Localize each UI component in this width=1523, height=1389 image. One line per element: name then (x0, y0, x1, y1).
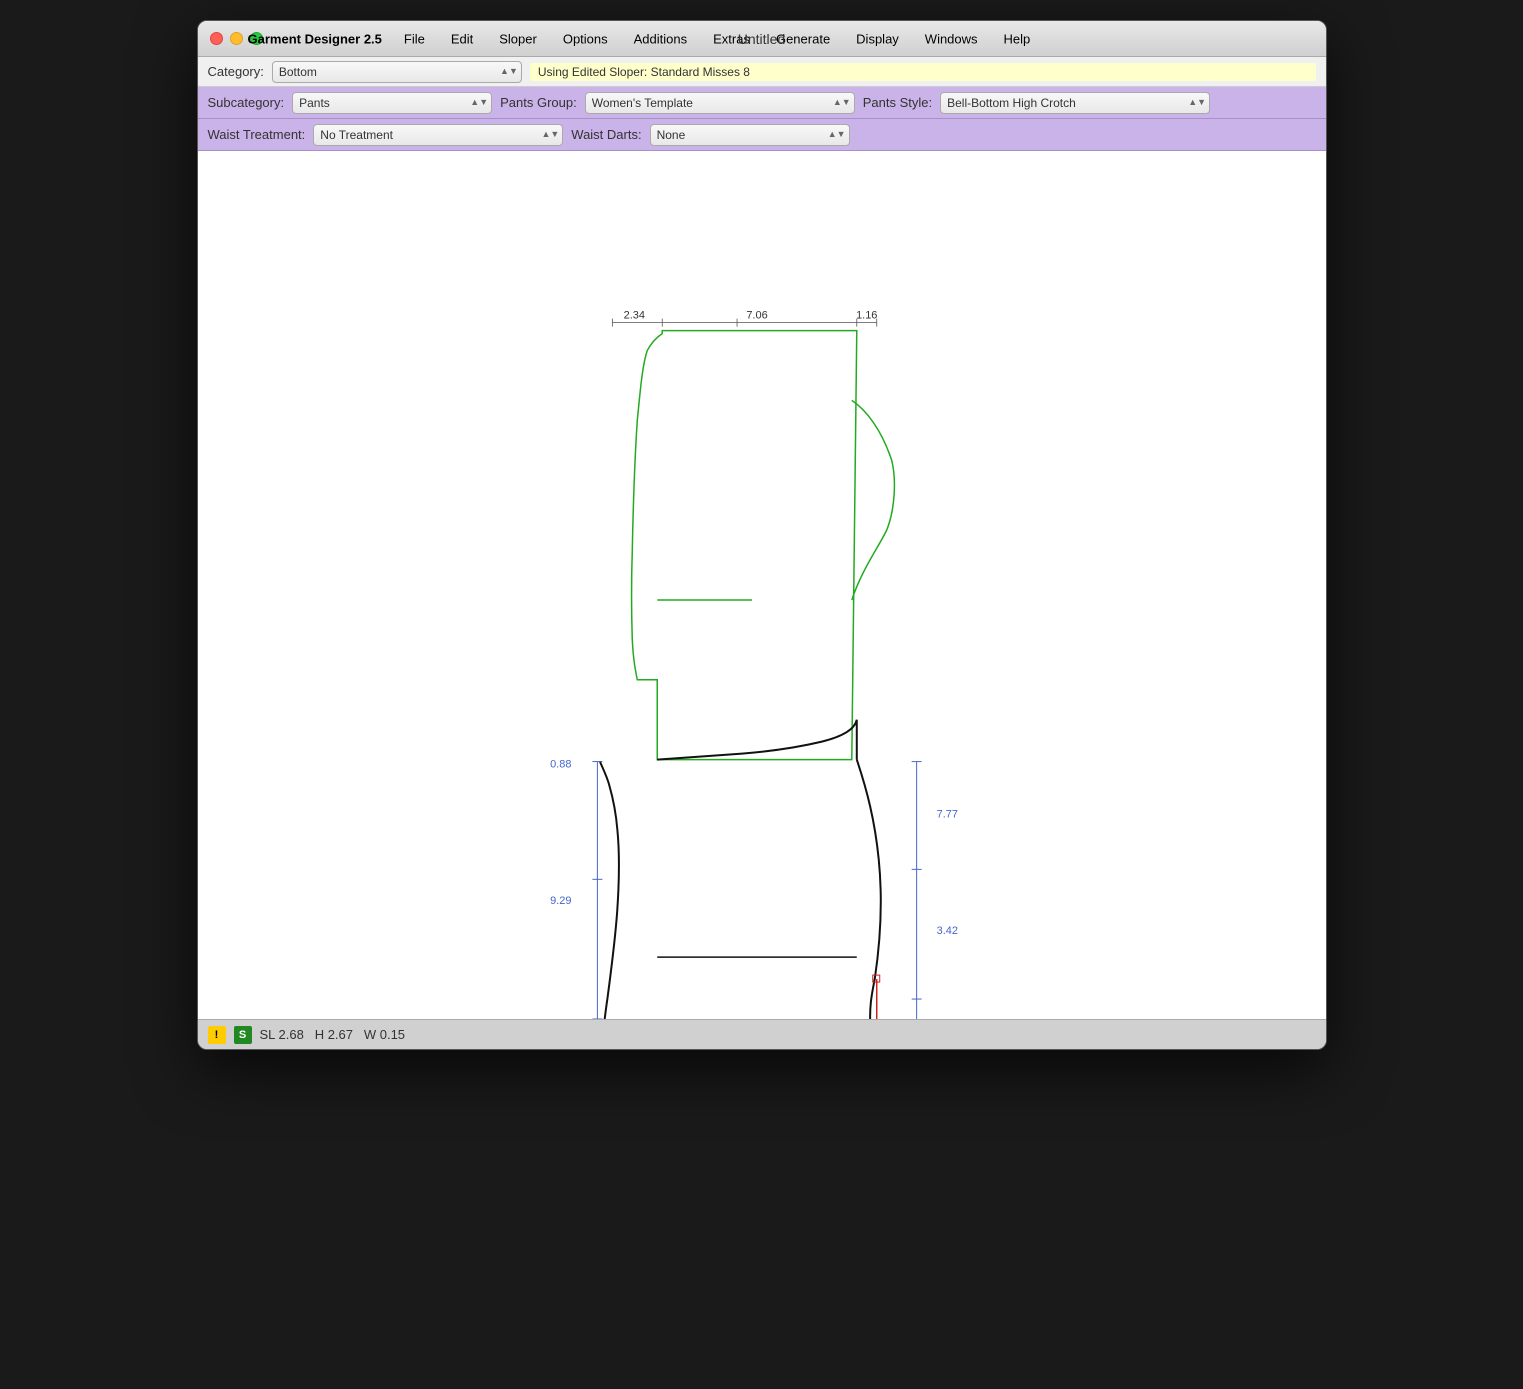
close-button[interactable] (210, 32, 223, 45)
waist-darts-label: Waist Darts: (571, 127, 641, 142)
status-h: H 2.67 (315, 1027, 353, 1042)
waist-darts-select-wrapper: None ▲▼ (650, 124, 850, 146)
menu-windows[interactable]: Windows (921, 29, 982, 48)
status-text: SL 2.68 H 2.67 W 0.15 (260, 1027, 406, 1042)
meas-right-v2: 3.42 (936, 925, 957, 937)
waist-darts-select[interactable]: None (650, 124, 850, 146)
menu-display[interactable]: Display (852, 29, 903, 48)
toolbar-row-waist: Waist Treatment: No Treatment ▲▼ Waist D… (198, 119, 1326, 151)
waist-treatment-label: Waist Treatment: (208, 127, 306, 142)
meas-top-h3: 1.16 (856, 310, 877, 322)
menu-help[interactable]: Help (1000, 29, 1035, 48)
pants-group-label: Pants Group: (500, 95, 577, 110)
menu-additions[interactable]: Additions (630, 29, 691, 48)
pants-style-label: Pants Style: (863, 95, 932, 110)
meas-top-h1: 2.34 (623, 310, 644, 322)
app-name: Garment Designer 2.5 (248, 31, 382, 46)
menu-edit[interactable]: Edit (447, 29, 477, 48)
pants-group-select[interactable]: Women's Template (585, 92, 855, 114)
subcategory-select-wrapper: Pants ▲▼ (292, 92, 492, 114)
waist-treatment-select[interactable]: No Treatment (313, 124, 563, 146)
title-bar: Garment Designer 2.5 File Edit Sloper Op… (198, 21, 1326, 57)
category-label: Category: (208, 64, 264, 79)
app-window: Garment Designer 2.5 File Edit Sloper Op… (197, 20, 1327, 1050)
menu-options[interactable]: Options (559, 29, 612, 48)
category-select[interactable]: Bottom (272, 61, 522, 83)
meas-left-v2: 9.29 (550, 895, 571, 907)
window-title: Untitled (738, 31, 785, 47)
toolbar-row-pants: Subcategory: Pants ▲▼ Pants Group: Women… (198, 87, 1326, 119)
garment-svg: 2.34 7.06 1.16 (198, 151, 1326, 1019)
s-icon: S (234, 1026, 252, 1044)
status-w: W 0.15 (364, 1027, 405, 1042)
canvas-area: 2.34 7.06 1.16 (198, 151, 1326, 1019)
menu-file[interactable]: File (400, 29, 429, 48)
subcategory-select[interactable]: Pants (292, 92, 492, 114)
menu-bar: Garment Designer 2.5 File Edit Sloper Op… (248, 29, 1035, 48)
meas-right-v1: 7.77 (936, 808, 957, 820)
subcategory-label: Subcategory: (208, 95, 285, 110)
pants-style-select-wrapper: Bell-Bottom High Crotch ▲▼ (940, 92, 1210, 114)
status-bar: ! S SL 2.68 H 2.67 W 0.15 (198, 1019, 1326, 1049)
waist-treatment-select-wrapper: No Treatment ▲▼ (313, 124, 563, 146)
pants-style-select[interactable]: Bell-Bottom High Crotch (940, 92, 1210, 114)
toolbar-row-category: Category: Bottom ▲▼ Using Edited Sloper:… (198, 57, 1326, 87)
category-select-wrapper: Bottom ▲▼ (272, 61, 522, 83)
pants-group-select-wrapper: Women's Template ▲▼ (585, 92, 855, 114)
warning-icon: ! (208, 1026, 226, 1044)
minimize-button[interactable] (230, 32, 243, 45)
menu-sloper[interactable]: Sloper (495, 29, 541, 48)
meas-top-h2: 7.06 (746, 310, 767, 322)
sloper-info: Using Edited Sloper: Standard Misses 8 (530, 63, 1316, 81)
status-sl: SL 2.68 (260, 1027, 304, 1042)
meas-left-v1: 0.88 (550, 759, 571, 771)
